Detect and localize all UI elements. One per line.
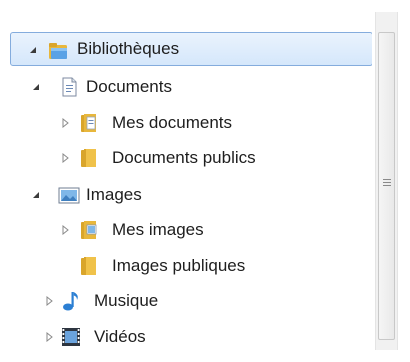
tree-item-label: Mes images bbox=[112, 220, 204, 239]
grip-icon bbox=[383, 179, 391, 187]
tree-item-label: Images bbox=[86, 185, 142, 204]
navigation-tree: Bibliothèques Documents Mes documents Do… bbox=[0, 0, 373, 362]
collapsed-arrow-icon[interactable] bbox=[60, 152, 72, 164]
folder-documents-icon bbox=[78, 112, 100, 134]
tree-item-images-publiques[interactable]: Images publiques bbox=[0, 251, 372, 281]
tree-item-mes-documents[interactable]: Mes documents bbox=[0, 108, 372, 138]
tree-item-label: Bibliothèques bbox=[77, 39, 180, 58]
tree-item-bibliotheques[interactable]: Bibliothèques bbox=[10, 32, 373, 66]
tree-item-label: Images publiques bbox=[112, 256, 246, 275]
folder-images-icon bbox=[78, 219, 100, 241]
folder-icon bbox=[78, 147, 100, 169]
tree-item-images[interactable]: Images bbox=[0, 180, 372, 210]
tree-item-label: Documents bbox=[86, 77, 172, 96]
expanded-arrow-icon[interactable] bbox=[30, 189, 42, 201]
collapsed-arrow-icon[interactable] bbox=[60, 224, 72, 236]
tree-item-label: Musique bbox=[94, 291, 159, 310]
tree-item-musique[interactable]: Musique bbox=[0, 286, 372, 316]
collapsed-arrow-icon[interactable] bbox=[60, 117, 72, 129]
documents-library-icon bbox=[58, 76, 80, 98]
expanded-arrow-icon[interactable] bbox=[30, 81, 42, 93]
expanded-arrow-icon[interactable] bbox=[27, 44, 39, 56]
folder-icon bbox=[78, 255, 100, 277]
images-library-icon bbox=[58, 184, 80, 206]
tree-item-videos[interactable]: Vidéos bbox=[0, 322, 372, 352]
tree-item-label: Mes documents bbox=[112, 113, 232, 132]
tree-item-label: Vidéos bbox=[94, 327, 146, 346]
tree-item-label: Documents publics bbox=[112, 148, 256, 167]
vertical-scrollbar[interactable] bbox=[372, 0, 410, 362]
videos-library-icon bbox=[60, 326, 82, 348]
collapsed-arrow-icon[interactable] bbox=[44, 331, 56, 343]
tree-item-documents-publics[interactable]: Documents publics bbox=[0, 143, 372, 173]
scroll-thumb[interactable] bbox=[378, 32, 395, 340]
library-folder-icon bbox=[47, 39, 69, 61]
collapsed-arrow-icon[interactable] bbox=[44, 295, 56, 307]
scroll-track[interactable] bbox=[375, 12, 398, 350]
music-library-icon bbox=[60, 290, 82, 312]
tree-item-documents[interactable]: Documents bbox=[0, 72, 372, 102]
tree-item-mes-images[interactable]: Mes images bbox=[0, 215, 372, 245]
